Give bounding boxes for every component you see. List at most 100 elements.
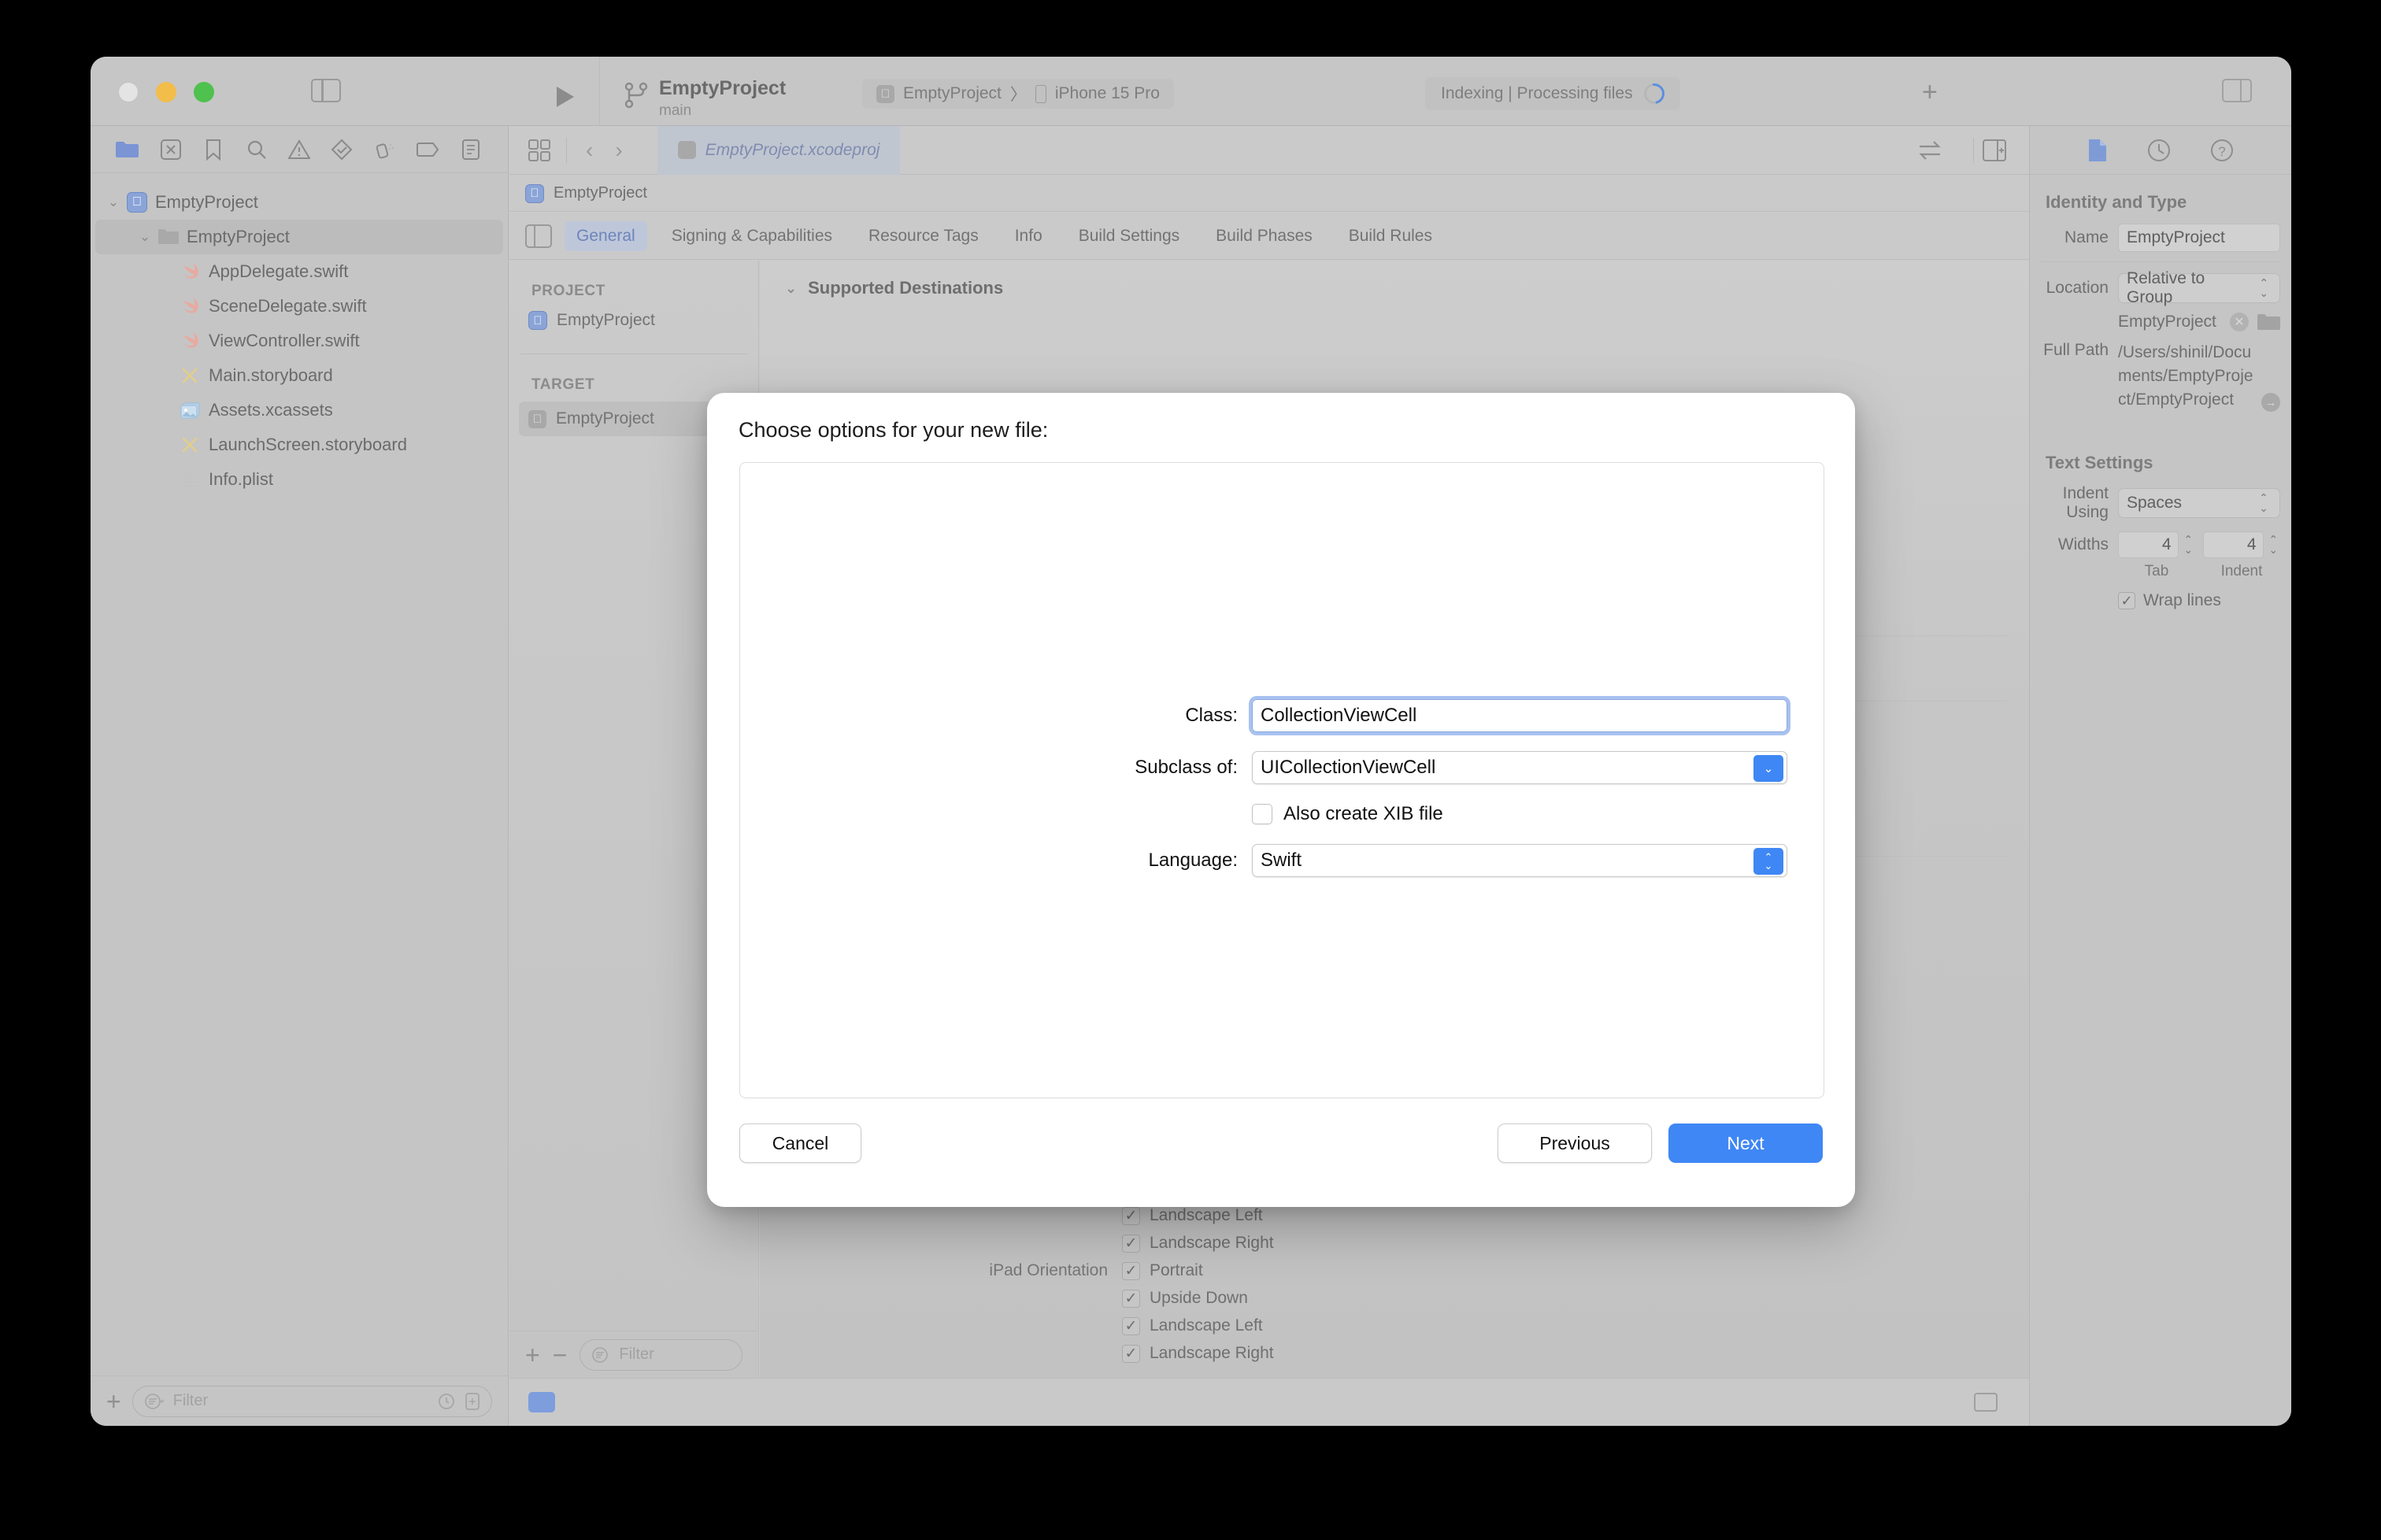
indent-using-label: Indent Using — [2062, 484, 2109, 521]
indent-width-field[interactable]: 4 — [2203, 531, 2264, 558]
add-editor-icon[interactable] — [1982, 139, 2007, 162]
destination-chooser[interactable]:  EmptyProject 〉 iPhone 15 Pro — [862, 79, 1174, 109]
navigator-item-launchscreen-storyboard[interactable]: LaunchScreen.storyboard — [91, 428, 508, 462]
recent-files-icon[interactable] — [437, 1392, 456, 1411]
navigator-filter-field[interactable]: Filter — [131, 1385, 492, 1417]
go-forward-button[interactable]: › — [604, 138, 633, 163]
supported-destinations-header[interactable]: ⌄ Supported Destinations — [760, 261, 2029, 298]
maximize-window-button[interactable] — [194, 82, 214, 102]
close-window-button[interactable] — [118, 82, 139, 102]
iphone-orientation-1-checkbox[interactable]: ✓ — [1122, 1234, 1140, 1253]
editor-options-icon[interactable] — [520, 132, 558, 168]
search-icon[interactable] — [235, 133, 277, 166]
tab-width-stepper[interactable]: ⌃ ⌄ — [2182, 534, 2196, 555]
tab-build-rules[interactable]: Build Rules — [1337, 221, 1444, 251]
previous-button[interactable]: Previous — [1498, 1124, 1652, 1163]
disclosure-chevron-icon[interactable]: ⌄ — [103, 194, 124, 210]
language-popup-button[interactable]: Swift ⌃ ⌄ — [1252, 844, 1787, 877]
debug-icon[interactable] — [364, 133, 406, 166]
run-button[interactable] — [557, 87, 574, 107]
editor-file-tab[interactable]:  EmptyProject.xcodeproj — [657, 125, 901, 175]
ipad-orientation-1-checkbox[interactable]: ✓ — [1122, 1289, 1140, 1308]
ipad-orientation-2-text: Landscape Left — [1150, 1316, 1263, 1335]
bookmark-icon[interactable] — [192, 133, 235, 166]
add-editor-button[interactable]: + — [1922, 79, 1938, 106]
navigator-item-scenedelegate-swift[interactable]: SceneDelegate.swift — [91, 289, 508, 324]
location-popup-button[interactable]: Relative to Group ⌃ ⌄ — [2118, 269, 2280, 306]
navigator-item-label: EmptyProject — [155, 192, 258, 212]
navigator-item-info-plist[interactable]: Info.plist — [91, 462, 508, 497]
activity-status[interactable]: Indexing | Processing files — [1425, 77, 1680, 110]
navigator-item-label: Info.plist — [209, 469, 273, 489]
indent-width-stepper[interactable]: ⌃ ⌄ — [2267, 534, 2281, 555]
add-file-button[interactable]: + — [106, 1389, 121, 1414]
iphone-orientation-0-checkbox[interactable]: ✓ — [1122, 1206, 1140, 1225]
tab-general[interactable]: General — [565, 220, 647, 251]
ipad-orientation-0-checkbox[interactable]: ✓ — [1122, 1261, 1140, 1280]
class-input[interactable]: CollectionViewCell — [1249, 696, 1790, 735]
chevron-updown-icon[interactable]: ⌃ ⌄ — [1753, 848, 1783, 875]
go-back-button[interactable]: ‹ — [575, 138, 604, 163]
navigator-item-appdelegate-swift[interactable]: AppDelegate.swift — [91, 254, 508, 289]
navigator-item-main-storyboard[interactable]: Main.storyboard — [91, 358, 508, 393]
tab-build-settings[interactable]: Build Settings — [1067, 221, 1191, 251]
wrap-lines-checkbox[interactable]: ✓ — [2118, 592, 2135, 609]
compare-editor-icon[interactable] — [1916, 139, 1943, 162]
editor-jump-bar[interactable]:  EmptyProject — [509, 176, 2029, 212]
ipad-orientation-2-checkbox[interactable]: ✓ — [1122, 1316, 1140, 1335]
file-inspector-icon[interactable] — [2087, 138, 2109, 163]
subclass-combobox[interactable]: UICollectionViewCell ⌄ — [1252, 751, 1787, 784]
remove-target-button[interactable]: − — [553, 1342, 568, 1368]
name-label: Name — [2064, 228, 2109, 246]
next-button[interactable]: Next — [1668, 1124, 1823, 1163]
navigator-item-assets-xcassets[interactable]: Assets.xcassets — [91, 393, 508, 428]
navigator-item-viewcontroller-swift[interactable]: ViewController.swift — [91, 324, 508, 358]
tab-width-field[interactable]: 4 — [2118, 531, 2179, 558]
tab-build-phases[interactable]: Build Phases — [1204, 221, 1324, 251]
target-filter-field[interactable]: Filter — [580, 1338, 742, 1371]
xib-row: Also create XIB file — [740, 803, 1824, 825]
warning-icon[interactable] — [278, 133, 320, 166]
source-control-icon[interactable] — [149, 133, 191, 166]
ipad-orientation-3-checkbox[interactable]: ✓ — [1122, 1344, 1140, 1363]
scheme-block[interactable]: EmptyProject main — [659, 77, 786, 120]
quick-help-icon[interactable]: ? — [2209, 138, 2235, 163]
disclosure-chevron-icon[interactable]: ⌄ — [135, 229, 155, 245]
iphone-icon — [1035, 84, 1046, 103]
toggle-debug-area-icon[interactable] — [1974, 1393, 1998, 1412]
toggle-inspector-icon[interactable] — [2222, 79, 2252, 102]
tab-resource-tags[interactable]: Resource Tags — [857, 221, 991, 251]
sheet-title: Choose options for your new file: — [739, 418, 1049, 442]
history-inspector-icon[interactable] — [2146, 138, 2172, 163]
choose-folder-icon[interactable] — [2257, 313, 2280, 331]
inspector-wrap-row[interactable]: ✓ Wrap lines — [2030, 591, 2291, 610]
app-project-icon:  — [124, 192, 150, 213]
indent-using-popup-button[interactable]: Spaces ⌃ ⌄ — [2118, 488, 2280, 518]
breakpoint-icon[interactable] — [406, 133, 449, 166]
tab-info[interactable]: Info — [1003, 221, 1054, 251]
tab-signing-capabilities[interactable]: Signing & Capabilities — [660, 221, 844, 251]
folder-icon[interactable] — [106, 133, 149, 166]
navigator-item-emptyproject[interactable]: ⌄EmptyProject — [91, 185, 508, 220]
navigator-item-emptyproject[interactable]: ⌄ EmptyProject — [95, 220, 503, 254]
tabbar-divider-2 — [1973, 137, 1974, 163]
also-create-xib-checkbox[interactable] — [1252, 804, 1272, 824]
cancel-button[interactable]: Cancel — [739, 1124, 861, 1163]
subclass-label: Subclass of: — [1135, 757, 1238, 778]
chevron-down-icon[interactable]: ⌄ — [1753, 755, 1783, 782]
assets-icon — [177, 402, 204, 419]
debug-area-indicator[interactable] — [528, 1392, 555, 1412]
reveal-in-finder-icon[interactable]: → — [2261, 393, 2280, 412]
source-control-filter-icon[interactable] — [465, 1392, 480, 1411]
toggle-navigator-icon[interactable] — [311, 79, 341, 102]
name-field[interactable]: EmptyProject — [2118, 224, 2280, 252]
add-target-button[interactable]: + — [525, 1342, 540, 1368]
screen: EmptyProject main  EmptyProject 〉 iPhon… — [0, 0, 2381, 1540]
project-list-item[interactable]:  EmptyProject — [509, 300, 758, 330]
minimize-window-button[interactable] — [156, 82, 176, 102]
toggle-project-list-icon[interactable] — [525, 224, 552, 248]
clear-path-icon[interactable]: ✕ — [2230, 313, 2249, 331]
test-icon[interactable] — [320, 133, 363, 166]
report-icon[interactable] — [450, 133, 492, 166]
ipad-orientation-3-text: Landscape Right — [1150, 1344, 1274, 1362]
